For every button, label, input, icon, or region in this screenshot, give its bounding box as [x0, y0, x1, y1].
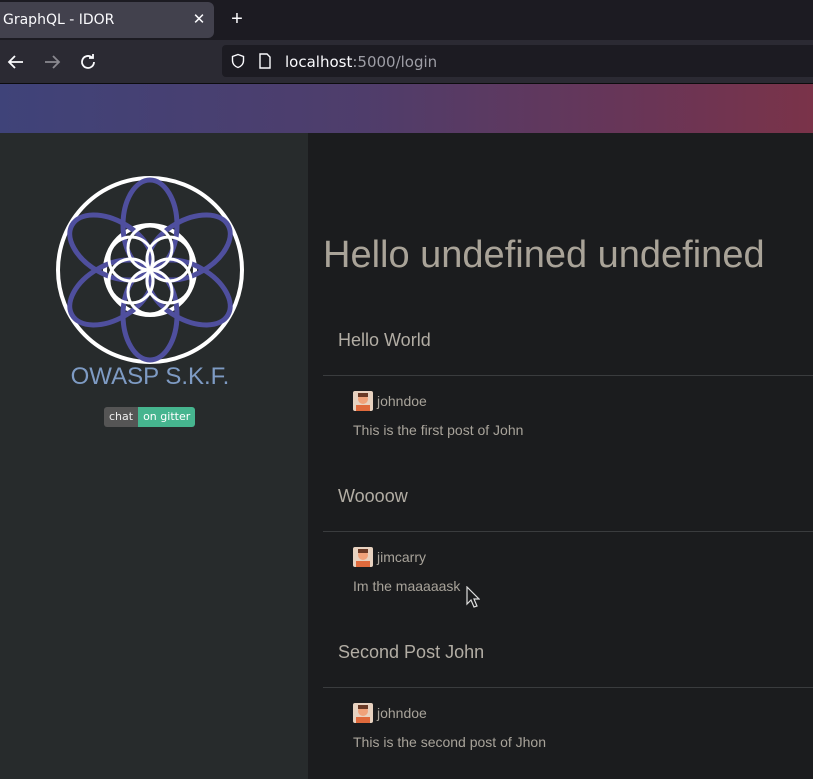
sidebar: OWASP S.K.F. chat on gitter: [0, 133, 308, 779]
post-title: Woooow: [338, 486, 408, 506]
post-title: Second Post John: [338, 642, 485, 662]
divider: [323, 531, 813, 532]
post-body: This is the second post of Jhon: [353, 734, 546, 750]
tab-title: GraphQL - IDOR: [3, 12, 115, 28]
browser-tabbar: GraphQL - IDOR ✕ +: [0, 0, 813, 40]
page-title: Hello undefined undefined: [323, 234, 765, 276]
back-arrow-icon[interactable]: [4, 50, 28, 74]
url-path: :5000/login: [352, 53, 438, 71]
divider: [323, 687, 813, 688]
post-title: Hello World: [338, 330, 431, 350]
url-host: localhost: [285, 53, 353, 71]
avatar: [353, 547, 373, 567]
url-bar[interactable]: localhost:5000/login: [222, 45, 813, 77]
post-author: johndoe: [353, 703, 427, 723]
main-content: Hello undefined undefined Hello World jo…: [308, 148, 813, 779]
post-body: Im the maaaaask: [353, 578, 461, 594]
author-name: jimcarry: [377, 549, 426, 565]
author-name: johndoe: [377, 393, 427, 409]
page-icon: [258, 53, 272, 74]
brand-name: OWASP S.K.F.: [70, 363, 230, 390]
gitter-badge[interactable]: chat on gitter: [104, 407, 196, 427]
shield-icon[interactable]: [230, 53, 246, 74]
owasp-skf-logo: [56, 176, 244, 364]
post-author: johndoe: [353, 391, 427, 411]
avatar: [353, 391, 373, 411]
new-tab-icon[interactable]: +: [226, 8, 248, 30]
author-name: johndoe: [377, 705, 427, 721]
divider: [323, 375, 813, 376]
close-tab-icon[interactable]: ✕: [190, 10, 208, 30]
browser-tab[interactable]: GraphQL - IDOR ✕: [0, 2, 214, 38]
badge-value: on gitter: [138, 407, 196, 427]
avatar: [353, 703, 373, 723]
post-body: This is the first post of John: [353, 422, 524, 438]
header-banner: [0, 84, 813, 133]
mouse-cursor-icon: [466, 586, 480, 608]
url-text[interactable]: localhost:5000/login: [285, 53, 437, 71]
post-author: jimcarry: [353, 547, 426, 567]
badge-label: chat: [104, 407, 139, 427]
forward-arrow-icon[interactable]: [40, 50, 64, 74]
reload-icon[interactable]: [76, 50, 100, 74]
